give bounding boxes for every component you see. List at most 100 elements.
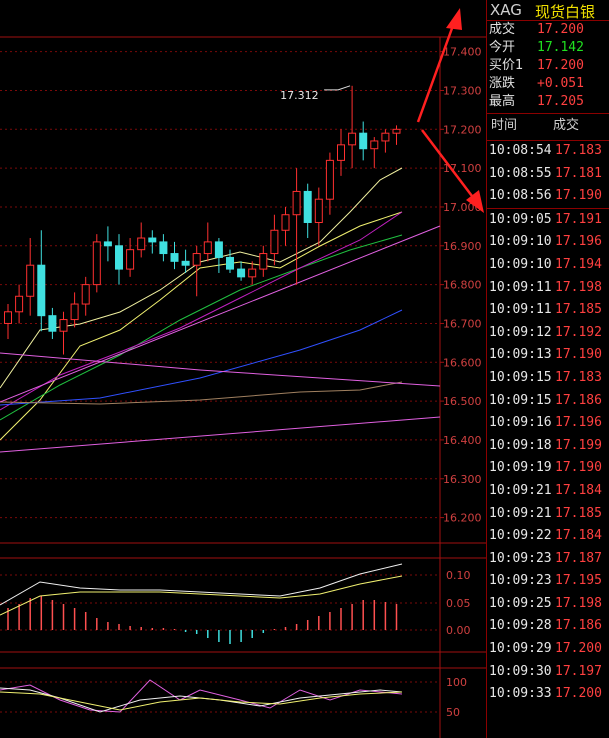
candle-body — [159, 241, 168, 255]
trade-price: 17.184 — [555, 482, 602, 498]
trendline-lower — [0, 416, 441, 453]
quote-value: 17.142 — [537, 40, 584, 55]
trade-time: 10:08:56 — [489, 188, 552, 204]
trade-row: 10:09:15 17.186 — [487, 390, 609, 413]
trade-time: 10:09:23 — [489, 550, 552, 566]
candle-body — [59, 319, 68, 332]
trade-price: 17.185 — [555, 505, 602, 521]
candle-body — [370, 140, 379, 150]
trade-time: 10:09:13 — [489, 347, 552, 363]
candle-body — [26, 264, 35, 297]
candle-body — [203, 241, 212, 255]
quote-row-change: 涨跌 +0.051 — [487, 75, 609, 93]
trade-row: 10:08:55 17.181 — [487, 163, 609, 186]
trade-row: 10:09:33 17.200 — [487, 683, 609, 706]
candle-body — [37, 264, 46, 317]
kdj-tick-label: 100 — [446, 676, 467, 689]
quote-value: 17.200 — [537, 22, 584, 37]
quote-table: 成交 17.200 今开 17.142 买价1 17.200 涨跌 +0.051… — [487, 21, 609, 111]
trade-price: 17.183 — [555, 143, 602, 158]
quote-label: 最高 — [489, 94, 516, 109]
trade-price: 17.185 — [555, 302, 602, 318]
candle-body — [170, 253, 179, 262]
kline-chart-area[interactable]: 17.400 17.300 17.200 17.100 17.000 16.900 16.8… — [0, 0, 487, 738]
ma60-line — [0, 211, 403, 411]
quote-label: 今开 — [489, 40, 516, 55]
trades-list[interactable]: 10:08:54 17.183 10:08:55 17.181 10:08:56 17.1… — [487, 140, 609, 706]
candle-body — [81, 284, 90, 305]
candle-body — [48, 315, 57, 332]
trade-time: 10:09:18 — [489, 437, 552, 453]
trendline-upper — [0, 352, 441, 387]
panel-divider — [486, 0, 487, 738]
trade-row: 10:09:15 17.183 — [487, 367, 609, 390]
macd-tick-label: 0.05 — [446, 597, 471, 610]
trade-row: 10:08:54 17.183 — [487, 140, 609, 163]
candle-body — [15, 295, 24, 313]
quote-row-high: 最高 17.205 — [487, 93, 609, 111]
quote-row-open: 今开 17.142 — [487, 39, 609, 57]
trade-time: 10:08:55 — [489, 165, 552, 181]
price-tick-label: 16.300 — [443, 473, 482, 486]
trade-price: 17.190 — [555, 347, 602, 363]
trade-time: 10:08:54 — [489, 143, 552, 158]
price-tick-label: 16.400 — [443, 434, 482, 447]
macd-dif-line — [0, 563, 403, 606]
trades-header: 时间 成交 — [487, 113, 609, 141]
price-tick-label: 16.700 — [443, 317, 482, 330]
high-annotation-label: 17.312 — [280, 89, 319, 102]
price-tick-label: 17.400 — [443, 46, 482, 59]
trade-price: 17.196 — [555, 415, 602, 431]
trade-row: 10:09:21 17.184 — [487, 480, 609, 503]
symbol-code: XAG — [490, 1, 522, 19]
trade-price: 17.191 — [555, 211, 602, 227]
trade-price: 17.198 — [555, 595, 602, 611]
kline-chart-svg[interactable]: 17.40017.30017.20017.10017.00016.90016.8… — [0, 0, 487, 738]
trade-row: 10:09:11 17.198 — [487, 277, 609, 300]
trade-time: 10:09:15 — [489, 369, 552, 385]
trade-time: 10:09:29 — [489, 641, 552, 657]
trade-price: 17.183 — [555, 369, 602, 385]
trade-row: 10:09:25 17.198 — [487, 593, 609, 616]
trade-time: 10:09:11 — [489, 279, 552, 295]
arrow-up-line — [416, 19, 457, 123]
trade-price: 17.181 — [555, 165, 602, 181]
candle-body — [70, 303, 79, 321]
candle-body — [103, 241, 112, 247]
trade-row: 10:09:13 17.190 — [487, 344, 609, 367]
candle-body — [292, 190, 301, 216]
trade-row: 10:09:22 17.184 — [487, 525, 609, 548]
macd-tick-label: 0.00 — [446, 624, 471, 637]
trade-time: 10:09:19 — [489, 460, 552, 476]
trade-row: 10:09:10 17.196 — [487, 231, 609, 254]
candle-body — [337, 144, 345, 161]
trade-time: 10:09:33 — [489, 686, 552, 702]
trade-time: 10:09:25 — [489, 595, 552, 611]
price-tick-label: 16.500 — [443, 395, 482, 408]
trade-time: 10:09:12 — [489, 324, 552, 340]
candle-body — [92, 241, 101, 286]
candle-body — [115, 245, 123, 270]
trade-price: 17.190 — [555, 460, 602, 476]
trade-price: 17.187 — [555, 550, 602, 566]
candle-body — [381, 132, 390, 142]
trade-row: 10:09:05 17.191 — [487, 207, 609, 232]
trade-price: 17.196 — [555, 234, 602, 250]
macd-tick-label: 0.10 — [446, 569, 471, 582]
candle-body — [181, 260, 190, 266]
quote-value: 17.200 — [537, 58, 584, 73]
candle-body — [359, 132, 368, 150]
candle-body — [148, 237, 157, 243]
trade-price: 17.198 — [555, 279, 602, 295]
candle-body — [314, 198, 323, 223]
trades-header-time: 时间 — [491, 118, 518, 133]
trade-price: 17.195 — [555, 573, 602, 589]
trade-time: 10:09:28 — [489, 618, 552, 634]
trade-time: 10:09:30 — [489, 663, 552, 679]
candle-body — [392, 128, 401, 134]
quote-label: 涨跌 — [489, 76, 516, 91]
trade-time: 10:09:10 — [489, 256, 552, 272]
trade-price: 17.190 — [555, 188, 602, 204]
candle-body — [4, 311, 12, 324]
price-tick-label: 16.200 — [443, 512, 482, 525]
